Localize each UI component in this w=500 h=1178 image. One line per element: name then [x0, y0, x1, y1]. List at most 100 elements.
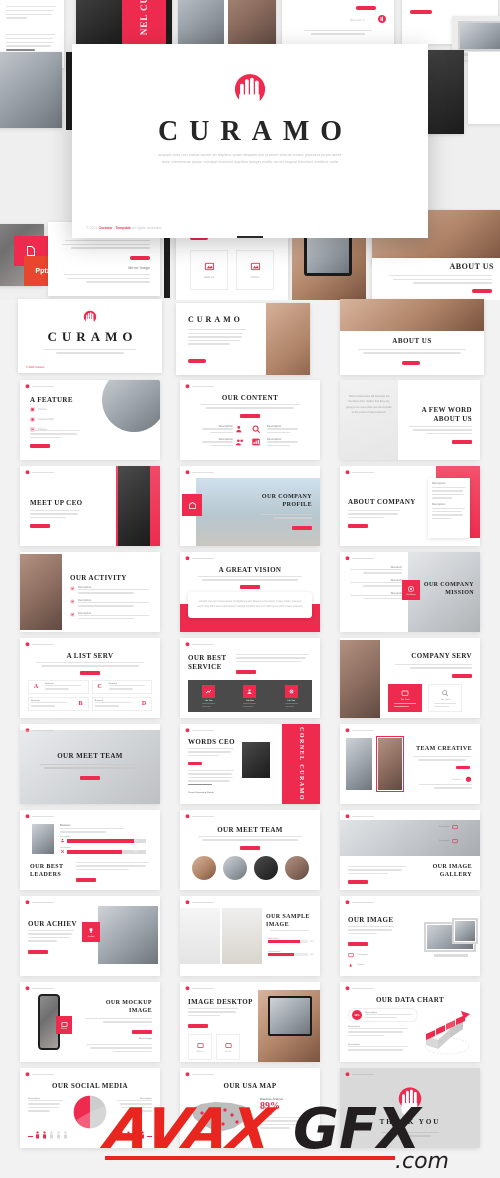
person-icon [64, 1131, 67, 1139]
slide-card-team-creative[interactable]: TEAM CREATIVE Bloomia CI [340, 724, 480, 804]
slide-card-a-list-serv[interactable]: A LIST SERV A Network C Network Network B N… [20, 638, 160, 718]
slide-title: OUR ACTIVITY [70, 574, 127, 582]
slide-card-image-desktop[interactable]: IMAGE DESKTOP 1920 px 720 px [180, 982, 320, 1062]
building-icon [188, 501, 196, 509]
hand-mini-icon [25, 814, 30, 819]
slide-title: OUR SOCIAL MEDIA [51, 1082, 129, 1090]
slide-brandmark [185, 470, 214, 475]
slide-brandmark [185, 814, 214, 819]
slide-card-company-mission[interactable]: Research Research Research Our Mission O… [340, 552, 480, 632]
avatar [253, 856, 278, 880]
hand-mini-icon [345, 814, 350, 819]
slide-card-about-company[interactable]: ABOUT COMPANY Description Description [340, 466, 480, 546]
slide-brandmark [25, 384, 54, 389]
hero-footer: © 2021 Curamo - Template All rights rese… [86, 226, 162, 230]
slide-card-our-sample-image[interactable]: OUR SAMPLE IMAGE Web Index 80% Performan… [180, 896, 320, 976]
slide-card-our-achiev[interactable]: OUR ACHIEV Our Ach [20, 896, 160, 976]
image-icon [204, 262, 214, 271]
slide-title: OUR USA MAP [223, 1082, 277, 1090]
person-icon [50, 1131, 53, 1139]
slide-title: IMAGE DESKTOP [188, 998, 253, 1006]
slide-card-our-best-service[interactable]: OUR BEST SERVICE Life Site Life Site Lif… [180, 638, 320, 718]
slide-card-a-great-vision[interactable]: A GREAT VISION suscipit eros orci metus … [180, 552, 320, 632]
person-icon [43, 1131, 46, 1139]
usa-map-graphic [191, 1102, 248, 1131]
person-icon [120, 1131, 123, 1139]
slide-title: A FEATURE [30, 396, 73, 404]
trophy-icon [89, 927, 93, 933]
slide-card-our-meet-team-avatars[interactable]: OUR MEET TEAM [180, 810, 320, 890]
hand-mini-icon [345, 556, 350, 561]
hand-mini-icon [185, 556, 190, 561]
slide-subtitle: Mirror Image [138, 1038, 152, 1040]
hand-mini-icon [465, 776, 472, 782]
slide-card-our-activity[interactable]: OUR ACTIVITY Description Description Des… [20, 552, 160, 632]
slide-card-our-best-leaders[interactable]: Business Description 85% Description 70%… [20, 810, 160, 890]
slide-title: COMPANY SERV [411, 652, 472, 660]
slide-brandmark [345, 470, 374, 475]
slide-title: OUR COMPANY PROFILE [261, 494, 312, 508]
slide-card-our-content[interactable]: OUR CONTENT Description Description Desc… [180, 380, 320, 460]
slide-card-words-ceo[interactable]: WORDS CEO Cornel Upcoming Shride CORNEL … [180, 724, 320, 804]
slide-card-company-serv[interactable]: COMPANY SERV The Card The Card [340, 638, 480, 718]
slide-card-our-social-media[interactable]: OUR SOCIAL MEDIA Description Description [20, 1068, 160, 1148]
slide-card-a-few-word[interactable]: "Many businesses fail because the founde… [340, 380, 480, 460]
slide-title: OUR CONTENT [221, 394, 279, 402]
bg-slide-right-edge [468, 52, 500, 124]
hand-mini-icon [185, 986, 190, 991]
bg-mirror-image-label: Mirror Image [128, 266, 150, 270]
gear-icon [289, 689, 294, 693]
data-chart-graphic [424, 1011, 470, 1055]
slide-title: A FEW WORD ABOUT US [421, 406, 472, 423]
hero-brand-title: CURAMO [157, 116, 354, 147]
slide-brandmark [185, 642, 214, 647]
slide-card-company-profile[interactable]: OUR COMPANY PROFILE [180, 466, 320, 546]
search-icon [442, 689, 449, 696]
slide-title: OUR ACHIEV [28, 920, 77, 928]
slide-title: WORDS CEO [188, 738, 235, 746]
slide-card-our-usa-map[interactable]: OUR USA MAP Branches Analysis 89% Descri… [180, 1068, 320, 1148]
slide-card-our-image[interactable]: OUR IMAGE Description Thumbs [340, 896, 480, 976]
hand-mini-icon [185, 728, 190, 733]
hand-mini-icon [25, 470, 30, 475]
user-icon [247, 688, 253, 694]
slide-brandmark [345, 556, 374, 561]
avatar [284, 856, 309, 880]
people-icon [236, 425, 242, 433]
image-icon-2 [250, 262, 260, 271]
person-icon [141, 1131, 144, 1139]
hand-mini-icon [345, 728, 350, 733]
slide-card-thank-you[interactable]: THANK YOU [340, 1068, 480, 1148]
slide-brandmark [345, 986, 374, 991]
slide-card-our-data-chart[interactable]: OUR DATA CHART 89% Description Descripti… [340, 982, 480, 1062]
avatar [222, 856, 247, 880]
hand-mini-icon [345, 900, 350, 905]
slide-brandmark [185, 986, 214, 991]
slide-title: A LIST SERV [66, 652, 114, 660]
target-icon [408, 585, 414, 592]
bullet-icon [30, 417, 35, 422]
hand-mini-icon [25, 900, 30, 905]
slide-brandmark [185, 384, 214, 389]
person-icon [127, 1131, 130, 1139]
slide-brandmark [345, 900, 374, 905]
hero-underline [237, 236, 263, 238]
image-icon [61, 1021, 67, 1027]
hand-mini-icon [185, 642, 190, 647]
slide-title: OUR MEET TEAM [217, 826, 283, 834]
slide-title: THANK YOU [379, 1118, 441, 1126]
slide-title: OUR MOCKUP IMAGE [105, 1000, 152, 1014]
bullet-icon [30, 407, 35, 412]
slide-brandmark [25, 814, 54, 819]
slide-title: ABOUT COMPANY [348, 498, 416, 506]
slide-card-our-meet-team-hero[interactable]: OUR MEET TEAM [20, 724, 160, 804]
hand-mini-icon [345, 470, 350, 475]
image-icon [452, 838, 458, 844]
image-icon [452, 824, 458, 830]
slide-card-meet-up-ceo[interactable]: MEET UP CEO [20, 466, 160, 546]
hero-logo [72, 70, 428, 114]
slide-card-our-mockup-image[interactable]: Mockup OUR MOCKUP IMAGE Mirror Image [20, 982, 160, 1062]
slide-card-our-image-gallery[interactable]: Description Description OUR IMAGE GALLER… [340, 810, 480, 890]
hand-mini-icon [185, 814, 190, 819]
slide-card-a-feature[interactable]: A FEATURE Service Responsibility Deliver… [20, 380, 160, 460]
